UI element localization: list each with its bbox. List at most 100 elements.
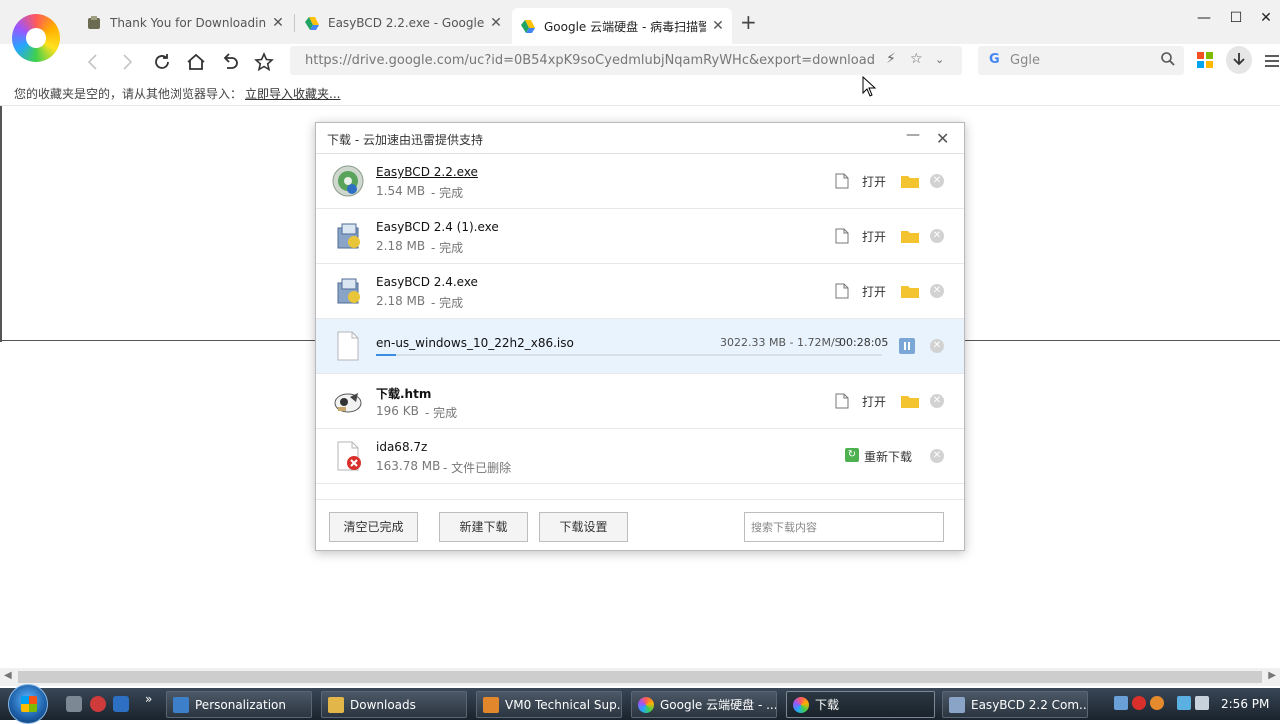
scroll-right-icon[interactable]: ▶ xyxy=(1268,670,1276,681)
download-item[interactable]: EasyBCD 2.2.exe 1.54 MB - 完成 打开 ✕ xyxy=(316,154,964,209)
network-icon[interactable] xyxy=(1114,696,1128,710)
window-close-button[interactable]: ✕ xyxy=(1252,10,1280,26)
security-icon[interactable] xyxy=(90,696,106,712)
file-name[interactable]: EasyBCD 2.2.exe xyxy=(376,165,478,179)
volume-icon[interactable] xyxy=(1195,696,1209,710)
document-icon xyxy=(835,228,849,244)
tab-easybcd-drive[interactable]: EasyBCD 2.2.exe - Google 云端 ✕ xyxy=(296,8,510,37)
remove-item-icon[interactable]: ✕ xyxy=(930,449,944,463)
download-settings-button[interactable]: 下载设置 xyxy=(539,512,628,542)
tools-icon[interactable] xyxy=(66,696,82,712)
back-icon[interactable] xyxy=(79,48,107,76)
clock[interactable]: 2:56 PM xyxy=(1221,697,1269,711)
new-tab-button[interactable]: + xyxy=(740,10,757,34)
open-button[interactable]: 打开 xyxy=(862,283,886,300)
search-icon[interactable] xyxy=(1160,51,1176,67)
downloads-icon[interactable] xyxy=(1226,46,1252,74)
new-download-button[interactable]: 新建下载 xyxy=(439,512,528,542)
folder-icon[interactable] xyxy=(901,394,919,408)
address-bar[interactable]: https://drive.google.com/uc?id=0B54xpK9s… xyxy=(290,46,962,75)
close-tab-icon[interactable]: ✕ xyxy=(490,15,502,31)
dialog-footer: 清空已完成 新建下载 下载设置 xyxy=(316,499,964,551)
dialog-minimize-icon[interactable]: — xyxy=(906,127,920,143)
file-size: 196 KB xyxy=(376,404,419,418)
url-text[interactable]: https://drive.google.com/uc?id=0B54xpK9s… xyxy=(305,53,875,68)
taskbar-button-label: Personalization xyxy=(195,697,286,712)
remove-item-icon[interactable]: ✕ xyxy=(930,394,944,408)
bookmark-star-icon[interactable]: ☆ xyxy=(910,51,923,67)
reload-icon[interactable] xyxy=(148,48,176,76)
clear-completed-button[interactable]: 清空已完成 xyxy=(329,512,418,542)
tab-separator xyxy=(294,14,295,32)
download-item-deleted[interactable]: ida68.7z 163.78 MB - 文件已删除 ↻ 重新下载 ✕ xyxy=(316,429,964,484)
folder-icon[interactable] xyxy=(901,229,919,243)
document-icon xyxy=(835,173,849,189)
file-name[interactable]: 下载.htm xyxy=(376,385,431,402)
browser-logo-icon[interactable] xyxy=(12,14,60,62)
forward-icon[interactable] xyxy=(113,48,141,76)
file-name[interactable]: ida68.7z xyxy=(376,440,427,454)
apps-grid-icon[interactable] xyxy=(1197,52,1213,68)
quicklaunch-more-icon[interactable]: » xyxy=(145,692,152,706)
search-input[interactable]: Ggle xyxy=(1010,53,1040,68)
undo-close-tab-icon[interactable] xyxy=(216,48,244,76)
import-bookmarks-link[interactable]: 立即导入收藏夹... xyxy=(245,85,340,102)
favorite-star-icon[interactable] xyxy=(250,48,278,76)
google-drive-icon xyxy=(521,20,535,33)
download-item[interactable]: 下载.htm 196 KB - 完成 打开 ✕ xyxy=(316,374,964,429)
file-name[interactable]: EasyBCD 2.4 (1).exe xyxy=(376,220,499,234)
close-tab-icon[interactable]: ✕ xyxy=(272,15,284,31)
minimize-button[interactable]: — xyxy=(1190,10,1218,26)
dialog-close-icon[interactable]: ✕ xyxy=(936,129,949,148)
file-status: - 完成 xyxy=(431,186,464,200)
redownload-icon[interactable]: ↻ xyxy=(845,448,859,462)
remove-item-icon[interactable]: ✕ xyxy=(930,229,944,243)
taskbar-button[interactable]: VM0 Technical Sup... xyxy=(476,691,622,718)
file-size: 2.18 MB xyxy=(376,294,426,308)
download-item[interactable]: EasyBCD 2.4 (1).exe 2.18 MB - 完成 打开 ✕ xyxy=(316,209,964,264)
search-box[interactable]: G Ggle xyxy=(978,46,1184,75)
remove-item-icon[interactable]: ✕ xyxy=(930,174,944,188)
start-button[interactable] xyxy=(8,684,48,724)
taskbar-button[interactable]: Downloads xyxy=(321,691,467,718)
open-button[interactable]: 打开 xyxy=(862,173,886,190)
tab-thank-you[interactable]: Thank You for Downloading E ✕ xyxy=(78,8,292,37)
antivirus-tray-icon[interactable] xyxy=(1132,696,1146,710)
bookmark-bar: 您的收藏夹是空的，请从其他浏览器导入： 立即导入收藏夹... xyxy=(0,80,1280,106)
chevron-down-icon[interactable]: ⌄ xyxy=(935,53,944,66)
home-icon[interactable] xyxy=(182,48,210,76)
menu-icon[interactable] xyxy=(1265,54,1279,68)
progress-info: 3022.33 MB - 1.72M/S xyxy=(720,336,842,349)
download-item[interactable]: EasyBCD 2.4.exe 2.18 MB - 完成 打开 ✕ xyxy=(316,264,964,319)
open-button[interactable]: 打开 xyxy=(862,393,886,410)
tab-google-drive-active[interactable]: Google 云端硬盘 - 病毒扫描警 ✕ xyxy=(512,8,732,44)
taskbar-button[interactable]: EasyBCD 2.2 Com... xyxy=(942,691,1088,718)
scroll-left-icon[interactable]: ◀ xyxy=(4,670,12,681)
show-desktop-icon[interactable] xyxy=(113,696,129,712)
folder-icon[interactable] xyxy=(901,174,919,188)
remove-item-icon[interactable]: ✕ xyxy=(930,339,944,353)
pause-button[interactable] xyxy=(899,338,915,354)
scrollbar-thumb[interactable] xyxy=(18,671,1262,683)
taskbar-button[interactable]: Google 云端硬盘 - ... xyxy=(631,691,777,718)
file-status: - 完成 xyxy=(431,296,464,310)
taskbar-button-active[interactable]: 下载 xyxy=(786,691,935,718)
remove-item-icon[interactable]: ✕ xyxy=(930,284,944,298)
lightning-icon[interactable]: ⚡ xyxy=(886,51,896,67)
display-tray-icon[interactable] xyxy=(1177,696,1191,710)
search-tray-icon[interactable] xyxy=(1150,696,1164,710)
file-name[interactable]: EasyBCD 2.4.exe xyxy=(376,275,478,289)
horizontal-scrollbar[interactable]: ◀ ▶ xyxy=(0,668,1280,686)
download-item-in-progress[interactable]: en-us_windows_10_22h2_x86.iso 3022.33 MB… xyxy=(316,319,964,374)
taskbar-button[interactable]: Personalization xyxy=(166,691,312,718)
maximize-button[interactable]: ☐ xyxy=(1222,10,1250,26)
app-icon xyxy=(88,15,100,29)
mouse-cursor-icon xyxy=(862,76,876,97)
tab-title: Google 云端硬盘 - 病毒扫描警 xyxy=(544,19,706,34)
file-name[interactable]: en-us_windows_10_22h2_x86.iso xyxy=(376,336,574,350)
close-tab-icon[interactable]: ✕ xyxy=(712,18,724,34)
redownload-button[interactable]: 重新下载 xyxy=(864,448,912,465)
folder-icon[interactable] xyxy=(901,284,919,298)
download-search-input[interactable] xyxy=(744,512,944,542)
open-button[interactable]: 打开 xyxy=(862,228,886,245)
